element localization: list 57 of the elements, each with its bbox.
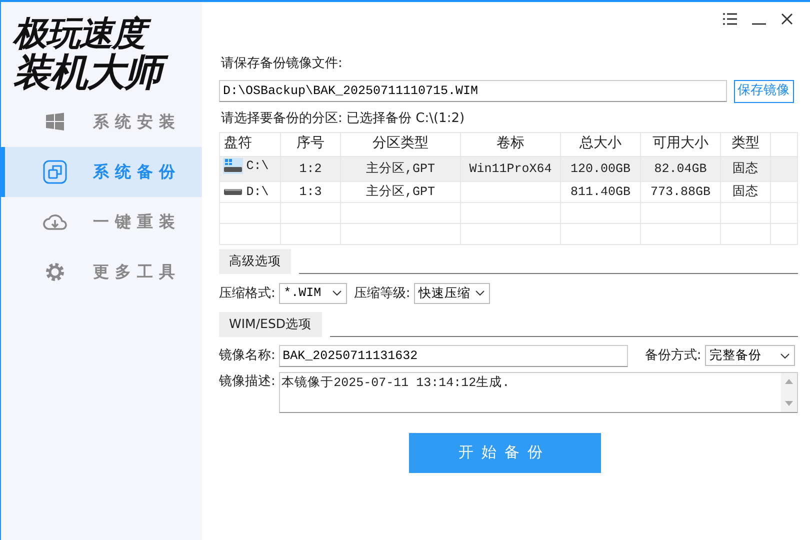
cloud-download-icon [43, 212, 67, 232]
scroll-up-icon [784, 378, 794, 385]
table-row[interactable]: C:\ 1:2 主分区,GPT Win11ProX64 120.00GB 82.04GB 固态 [220, 156, 798, 182]
sidebar-label[interactable]: 系统安装 [93, 110, 181, 134]
caret-icon [332, 290, 342, 296]
image-name-field[interactable]: BAK_20250711131632 [278, 344, 628, 367]
sidebar-item[interactable]: 系统安装 [0, 97, 202, 147]
column-header: 盘符 [220, 132, 280, 156]
description-field[interactable]: 本镜像于2025-07-11 13:14:12生成. [278, 372, 798, 413]
sidebar-label[interactable]: 一键重装 [93, 210, 181, 234]
section-label: 请选择要备份的分区: 已选择备份 C:\(1:2) [221, 110, 466, 128]
table-cell: 主分区,GPT [366, 162, 435, 176]
table-cell: 773.88GB [650, 184, 710, 199]
path-field[interactable]: D:\OSBackup\BAK_20250711110715.WIM [219, 80, 727, 102]
format-dropdown[interactable]: *.WIM [278, 282, 347, 304]
table-cell: 主分区,GPT [366, 184, 435, 199]
copy-icon [43, 160, 67, 184]
field-label: 压缩等级: [354, 284, 410, 303]
field-label: 备份方式: [644, 346, 702, 365]
scroll-down-icon [784, 400, 794, 407]
table-cell: 固态 [732, 162, 758, 176]
save-image-button[interactable]: 保存镜像 [734, 80, 794, 102]
column-header: 卷标 [460, 132, 560, 156]
column-header: 分区类型 [340, 132, 460, 156]
sidebar-item[interactable]: 系统备份 [0, 147, 202, 197]
logo-text: 装机大师 [13, 52, 202, 92]
table-cell-text: C:\ [246, 158, 269, 175]
table-cell: 82.04GB [654, 162, 707, 176]
table-cell: 811.40GB [570, 184, 630, 199]
sidebar-item[interactable]: 更多工具 [0, 247, 202, 297]
caret-icon [474, 290, 485, 296]
backup-mode-dropdown[interactable]: 完整备份 [704, 345, 795, 366]
level-dropdown[interactable]: 快速压缩 [414, 282, 490, 304]
gear-icon [44, 261, 66, 283]
drive-icon [223, 158, 243, 174]
close-icon [780, 12, 794, 26]
sidebar-label[interactable]: 更多工具 [93, 260, 181, 284]
table-cell-text: D:\ [246, 184, 269, 201]
table-cell: 120.00GB [570, 162, 630, 176]
drive-icon [224, 188, 242, 195]
field-label: 压缩格式: [219, 284, 276, 303]
table-cell: 1:3 [299, 184, 322, 199]
sidebar-item[interactable]: 一键重装 [0, 197, 202, 247]
menu-icon [722, 12, 738, 26]
table-cell: 固态 [732, 184, 758, 199]
windows-icon [45, 112, 65, 132]
table-cell: 1:2 [299, 162, 322, 176]
field-label: 镜像描述: [219, 372, 276, 391]
section-label: 请保存备份镜像文件: [221, 55, 344, 73]
start-backup-button[interactable]: 开始备份 [408, 432, 600, 473]
minimize-icon [752, 23, 766, 25]
table-row[interactable]: D:\ 1:3 主分区,GPT 811.40GB 773.88GB 固态 [220, 182, 798, 203]
field-label: 镜像名称: [219, 346, 276, 365]
sidebar-label[interactable]: 系统备份 [93, 160, 181, 184]
logo-text: 极玩速度 [13, 14, 202, 54]
table-cell: Win11ProX64 [469, 162, 552, 176]
caret-icon [780, 352, 790, 359]
